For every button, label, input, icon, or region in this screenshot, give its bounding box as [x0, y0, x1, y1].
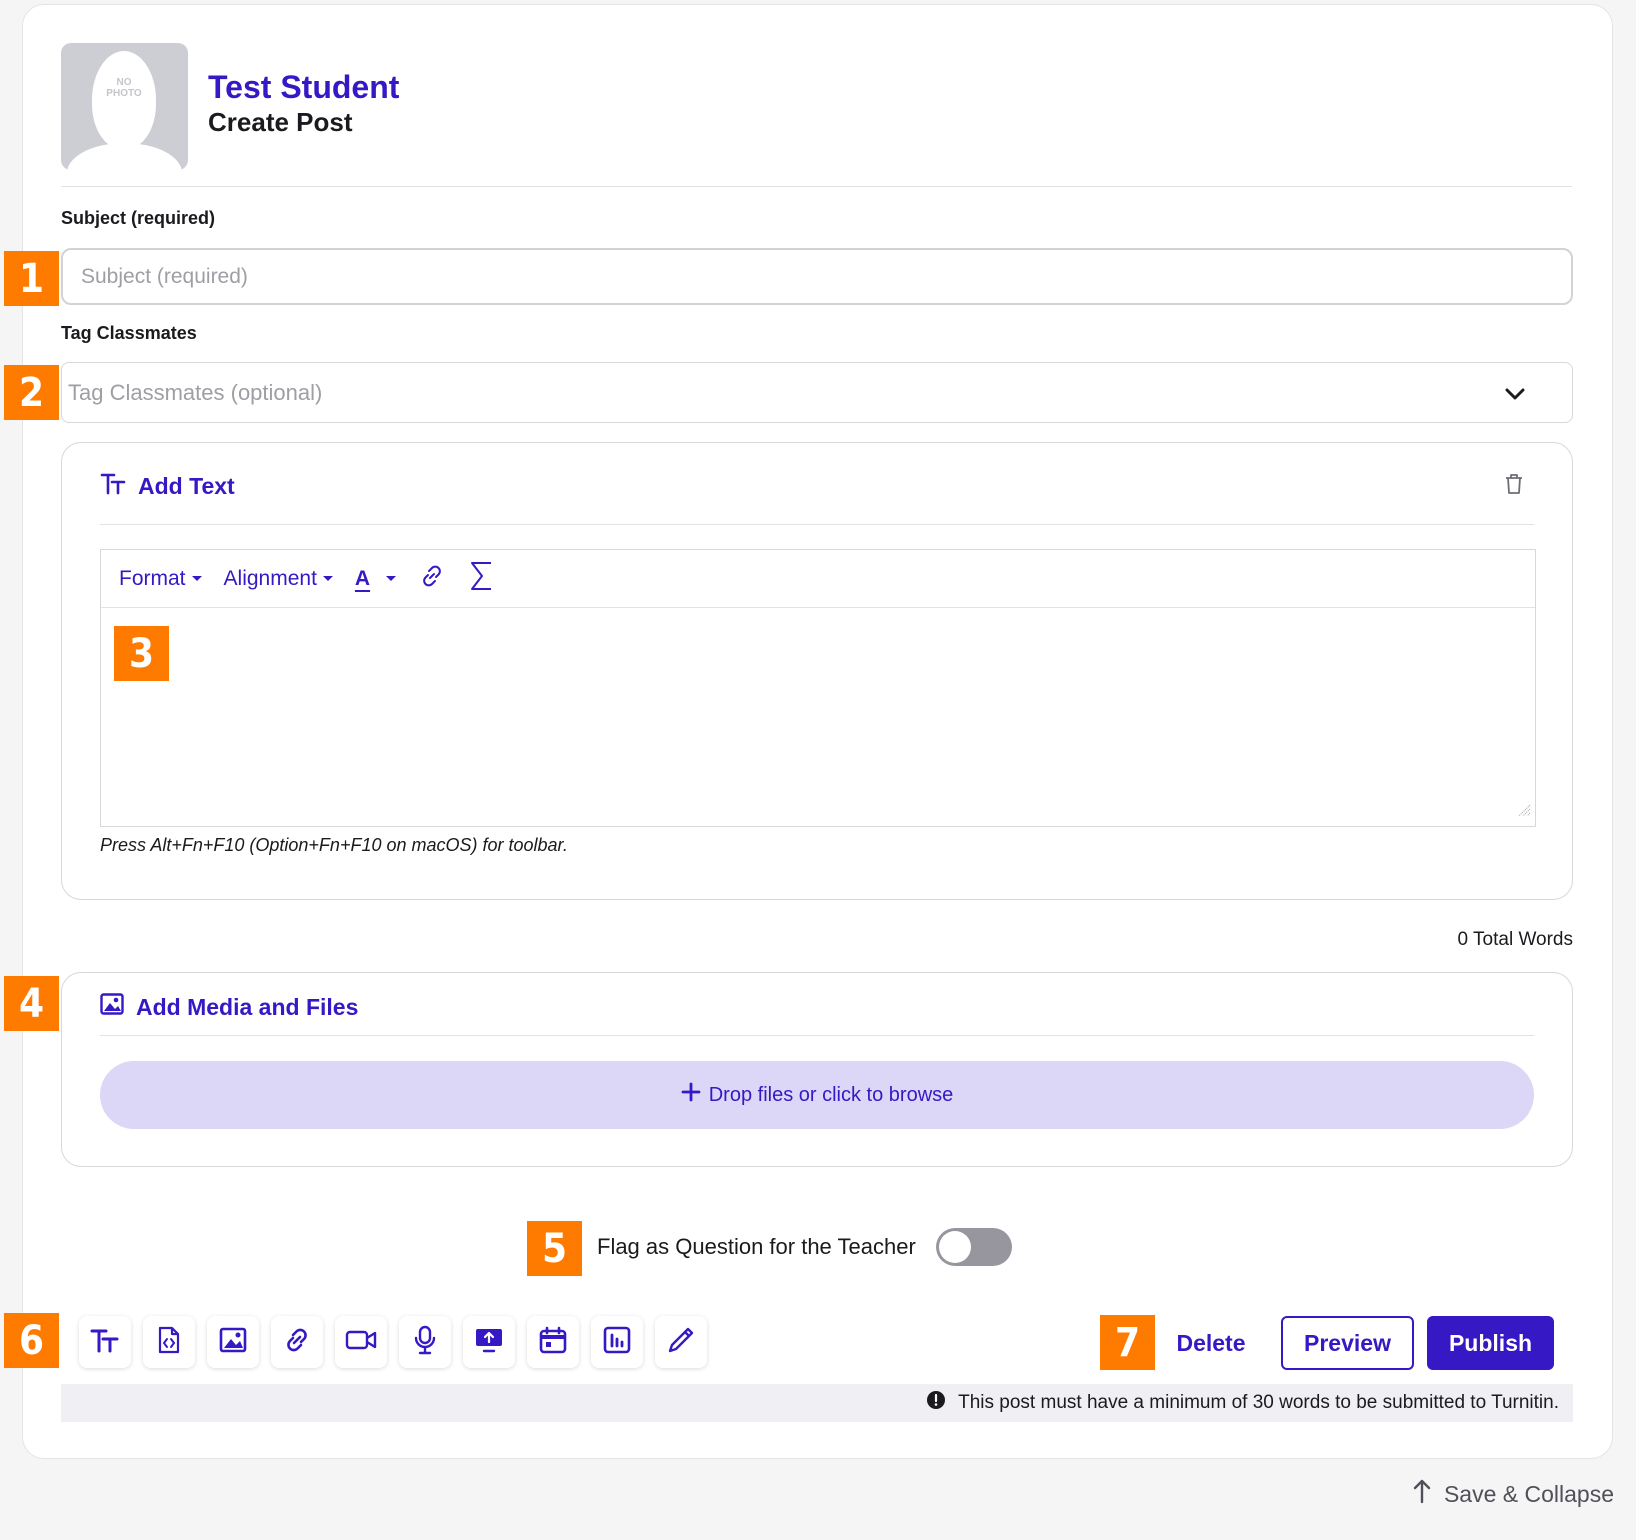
- publish-button[interactable]: Publish: [1427, 1316, 1554, 1370]
- image-icon: [100, 993, 124, 1021]
- video-icon: [345, 1329, 377, 1356]
- turnitin-notice-text: This post must have a minimum of 30 word…: [958, 1392, 1559, 1413]
- student-name[interactable]: Test Student: [208, 69, 399, 105]
- text-color-icon: A: [354, 566, 371, 590]
- add-link-button[interactable]: [271, 1316, 323, 1368]
- subject-label: Subject (required): [61, 208, 216, 228]
- format-dropdown-label: Format: [119, 566, 186, 590]
- add-image-button[interactable]: [207, 1316, 259, 1368]
- file-dropzone[interactable]: Drop files or click to browse: [100, 1061, 1534, 1129]
- poll-chart-icon: [603, 1326, 631, 1359]
- annotation-badge-2: 2: [4, 365, 59, 420]
- image-icon: [219, 1327, 247, 1358]
- post-header: NO PHOTO Test Student Create Post: [61, 43, 399, 170]
- text-block-divider: [100, 524, 1534, 525]
- save-collapse-label: Save & Collapse: [1443, 1480, 1614, 1507]
- add-text-button[interactable]: [79, 1316, 131, 1368]
- tag-classmates-placeholder: Tag Classmates (optional): [68, 379, 323, 405]
- avatar-head-shape: [92, 51, 156, 149]
- text-icon: [90, 1327, 120, 1358]
- page-title: Create Post: [208, 107, 353, 137]
- add-embed-button[interactable]: [143, 1316, 195, 1368]
- pencil-icon: [667, 1326, 695, 1359]
- toggle-knob: [938, 1231, 971, 1263]
- tag-classmates-select[interactable]: Tag Classmates (optional): [61, 362, 1573, 423]
- text-block-title: Add Text: [138, 472, 235, 499]
- plus-icon: [681, 1082, 701, 1108]
- text-block: Add Text Format Alignment A Press Alt+Fn…: [61, 442, 1573, 900]
- text-format-icon: [100, 471, 126, 501]
- annotation-badge-7: 7: [1100, 1315, 1155, 1370]
- header-names: Test Student Create Post: [208, 69, 399, 138]
- add-event-button[interactable]: [527, 1316, 579, 1368]
- avatar-shoulders-shape: [67, 143, 182, 170]
- text-block-header: Add Text: [100, 471, 235, 501]
- preview-button[interactable]: Preview: [1281, 1316, 1414, 1370]
- add-content-toolbar: [79, 1316, 707, 1368]
- editor-toolbar: Format Alignment A: [101, 550, 1535, 608]
- screen-upload-icon: [474, 1327, 504, 1358]
- header-divider: [61, 186, 1572, 187]
- flag-question-toggle[interactable]: [935, 1228, 1012, 1266]
- subject-input[interactable]: [61, 248, 1573, 305]
- annotation-badge-5: 5: [527, 1221, 582, 1276]
- rich-text-editor[interactable]: Format Alignment A: [100, 549, 1536, 827]
- text-color-dropdown[interactable]: A: [354, 566, 397, 591]
- alignment-dropdown-label: Alignment: [223, 566, 317, 590]
- turnitin-notice: This post must have a minimum of 30 word…: [61, 1384, 1573, 1422]
- math-sigma-icon[interactable]: [468, 560, 494, 598]
- alignment-dropdown[interactable]: Alignment: [224, 567, 333, 591]
- alert-icon: [926, 1390, 946, 1416]
- add-poll-button[interactable]: [591, 1316, 643, 1368]
- link-icon: [282, 1325, 312, 1360]
- caret-down-icon: [386, 576, 397, 581]
- media-block-header: Add Media and Files: [100, 993, 358, 1021]
- annotation-badge-4: 4: [4, 976, 59, 1031]
- tag-classmates-label: Tag Classmates: [61, 323, 197, 343]
- flag-question-label: Flag as Question for the Teacher: [597, 1234, 916, 1259]
- add-audio-button[interactable]: [399, 1316, 451, 1368]
- media-block-title: Add Media and Files: [136, 993, 359, 1020]
- trash-icon[interactable]: [1504, 473, 1524, 500]
- word-count: 0 Total Words: [1457, 929, 1573, 950]
- annotation-badge-1: 1: [4, 251, 59, 306]
- flag-question-row: Flag as Question for the Teacher: [597, 1228, 1012, 1266]
- resize-handle-icon[interactable]: [1517, 803, 1531, 822]
- annotation-badge-3: 3: [114, 626, 169, 681]
- media-block: Add Media and Files Drop files or click …: [61, 972, 1573, 1167]
- link-icon[interactable]: [418, 562, 446, 596]
- avatar-no-photo-text: NO PHOTO: [92, 77, 156, 99]
- arrow-up-icon: [1412, 1478, 1432, 1510]
- media-block-divider: [100, 1035, 1534, 1036]
- add-video-button[interactable]: [335, 1316, 387, 1368]
- editor-hint: Press Alt+Fn+F10 (Option+Fn+F10 on macOS…: [100, 835, 568, 855]
- add-screen-recording-button[interactable]: [463, 1316, 515, 1368]
- caret-down-icon: [322, 576, 333, 581]
- dropzone-label: Drop files or click to browse: [708, 1083, 954, 1106]
- avatar-text-line2: PHOTO: [106, 88, 142, 99]
- delete-button[interactable]: Delete: [1150, 1316, 1272, 1370]
- calendar-icon: [539, 1326, 567, 1359]
- add-drawing-button[interactable]: [655, 1316, 707, 1368]
- avatar-text-line1: NO: [116, 77, 132, 88]
- format-dropdown[interactable]: Format: [119, 567, 202, 591]
- chevron-down-icon[interactable]: [1504, 381, 1526, 407]
- microphone-icon: [412, 1325, 438, 1360]
- avatar: NO PHOTO: [61, 43, 188, 170]
- caret-down-icon: [191, 576, 202, 581]
- embed-code-icon: [157, 1326, 181, 1359]
- save-collapse-button[interactable]: Save & Collapse: [1412, 1478, 1614, 1510]
- annotation-badge-6: 6: [4, 1313, 59, 1368]
